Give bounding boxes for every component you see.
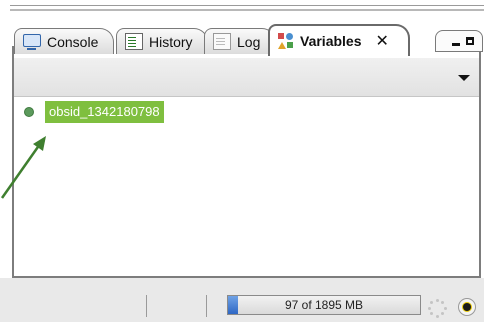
spinner-dot — [435, 314, 439, 318]
tab-label: History — [149, 33, 193, 50]
tab-label: Variables — [300, 33, 362, 49]
window-chrome — [0, 0, 484, 22]
window-controls — [435, 30, 483, 52]
spinner-dot — [427, 306, 431, 310]
variable-name[interactable]: obsid_1342180798 — [45, 101, 164, 123]
chrome-line — [10, 5, 484, 6]
spinner-dot — [441, 300, 445, 304]
status-separator — [146, 295, 147, 317]
memory-indicator[interactable]: 97 of 1895 MB — [227, 295, 421, 315]
log-icon — [213, 33, 231, 50]
variable-status-icon — [24, 107, 34, 117]
tab-variables[interactable]: Variables ✕ — [268, 24, 410, 56]
minimize-icon[interactable] — [452, 43, 460, 46]
tab-label: Log — [237, 33, 261, 50]
memory-text: 97 of 1895 MB — [284, 298, 364, 312]
status-separator — [206, 295, 207, 317]
tab-bar: Console History Log Variables ✕ — [12, 22, 484, 56]
spinner-dot — [429, 312, 433, 316]
spinner-dot — [429, 300, 433, 304]
tab-log[interactable]: Log — [204, 28, 276, 54]
chrome-line — [10, 9, 484, 11]
garbage-collect-icon[interactable] — [458, 298, 476, 316]
spinner-dot — [443, 306, 447, 310]
variable-item[interactable]: obsid_1342180798 — [24, 101, 164, 123]
view-menu-chevron-down-icon[interactable] — [458, 75, 470, 81]
tab-label: Console — [47, 33, 99, 50]
variables-icon — [278, 33, 294, 49]
activity-spinner-icon — [426, 297, 448, 319]
console-icon — [23, 34, 41, 50]
tab-history[interactable]: History — [116, 28, 208, 54]
tab-console[interactable]: Console — [14, 28, 114, 54]
spinner-dot — [441, 312, 445, 316]
spinner-dot — [435, 298, 439, 302]
maximize-icon[interactable] — [466, 37, 474, 45]
status-bar: 97 of 1895 MB — [0, 278, 484, 322]
view-toolbar — [14, 58, 479, 97]
history-icon — [125, 33, 143, 50]
annotation-arrow-icon — [0, 136, 46, 199]
close-tab-icon[interactable]: ✕ — [376, 31, 389, 51]
